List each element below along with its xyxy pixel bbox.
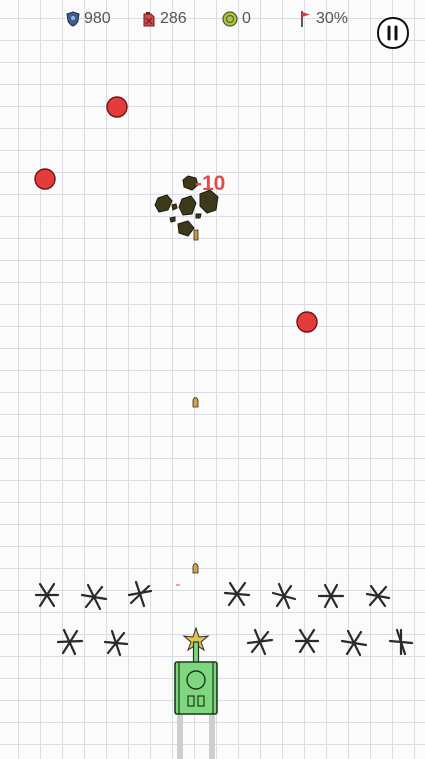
flag-icon <box>301 11 310 27</box>
progress-value: 30% <box>316 10 349 27</box>
czech-hedgehog-obstacle <box>246 628 274 656</box>
enemy-red-ball <box>296 311 318 333</box>
spark <box>176 584 180 586</box>
czech-hedgehog-obstacle <box>365 584 391 608</box>
damage-text: -10 <box>195 172 226 195</box>
czech-hedgehog-obstacle <box>103 629 129 657</box>
coin-counter: 0 <box>222 10 251 28</box>
fuel-counter: 286 <box>142 10 187 28</box>
progress-counter: 30% <box>300 10 348 28</box>
czech-hedgehog-obstacle <box>56 628 84 656</box>
bullet <box>192 397 199 408</box>
hud-bar: 980 286 0 30% <box>0 10 425 34</box>
bullet <box>192 563 199 574</box>
czech-hedgehog-obstacle <box>223 581 251 607</box>
czech-hedgehog-obstacle <box>388 628 414 656</box>
czech-hedgehog-obstacle <box>340 629 368 657</box>
enemy-red-ball <box>34 168 56 190</box>
fuel-value: 286 <box>160 10 187 27</box>
czech-hedgehog-obstacle <box>271 582 297 610</box>
shield-counter: 980 <box>66 10 111 28</box>
pause-button[interactable] <box>376 16 410 50</box>
coin-value: 0 <box>242 10 251 27</box>
player-tank[interactable] <box>166 624 226 759</box>
shield-value: 980 <box>84 10 111 27</box>
czech-hedgehog-obstacle <box>317 583 345 609</box>
fuel-can-icon <box>143 12 155 27</box>
coin-icon <box>222 11 238 27</box>
czech-hedgehog-obstacle <box>294 628 320 654</box>
czech-hedgehog-obstacle <box>127 580 153 608</box>
shield-icon <box>66 11 80 27</box>
czech-hedgehog-obstacle <box>80 583 108 611</box>
enemy-red-ball <box>106 96 128 118</box>
pause-icon <box>376 16 410 50</box>
czech-hedgehog-obstacle <box>34 582 60 608</box>
